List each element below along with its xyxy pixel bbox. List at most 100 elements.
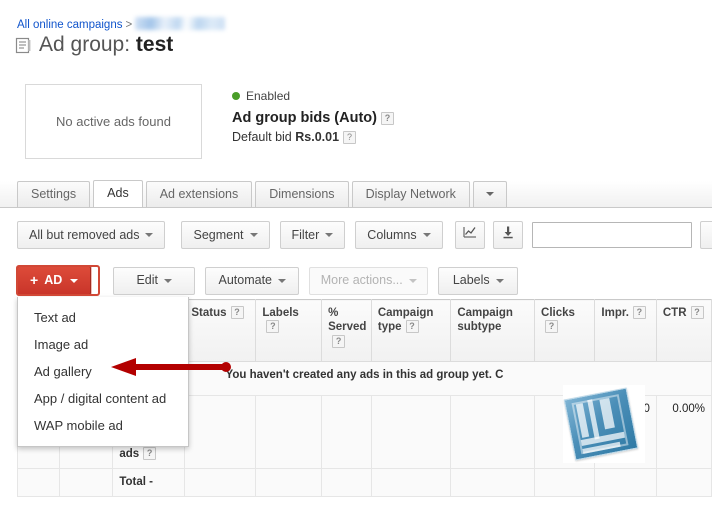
menu-item-text-ad[interactable]: Text ad xyxy=(18,304,188,331)
ad-group-icon xyxy=(15,37,32,54)
breadcrumb-campaign-redacted[interactable] xyxy=(135,17,226,30)
default-bid-help-icon[interactable]: ? xyxy=(343,131,357,144)
edit-button[interactable]: Edit xyxy=(113,266,196,295)
no-active-ads-panel: No active ads found xyxy=(25,84,202,159)
column-header-percent-served[interactable]: % Served? xyxy=(321,299,372,362)
status-help-icon[interactable]: ? xyxy=(230,306,244,319)
row-clicks-cell xyxy=(534,467,596,497)
menu-item-wap-mobile-ad[interactable]: WAP mobile ad xyxy=(18,412,188,439)
ctr-help-icon[interactable]: ? xyxy=(690,306,704,319)
row-status-cell xyxy=(184,467,257,497)
columns-label: Columns xyxy=(367,227,417,242)
tab-ad-extensions[interactable]: Ad extensions xyxy=(145,181,253,207)
page-title: Ad group: test xyxy=(39,33,173,57)
column-header-clicks[interactable]: Clicks? xyxy=(534,299,596,362)
adwords-ad-group-page: All online campaigns > Ad group: test No … xyxy=(0,0,712,526)
labels-button[interactable]: Labels xyxy=(438,266,519,295)
filter-label: Filter xyxy=(291,227,320,242)
row-served-cell xyxy=(321,395,372,469)
row-total-label-cell: Total - xyxy=(112,467,186,497)
plus-icon: + xyxy=(30,272,39,288)
status-label: Enabled xyxy=(246,89,291,103)
table-row[interactable]: Total - xyxy=(16,467,712,497)
download-button[interactable] xyxy=(492,221,523,249)
clicks-help-icon[interactable]: ? xyxy=(545,320,559,334)
search-input[interactable] xyxy=(531,222,692,248)
toolbar-edge-button[interactable] xyxy=(700,221,712,249)
chart-toggle-button[interactable] xyxy=(454,221,485,249)
add-ad-button[interactable]: + AD xyxy=(17,266,92,295)
breadcrumb-all-online-campaigns[interactable]: All online campaigns xyxy=(17,19,122,31)
impressions-help-icon[interactable]: ? xyxy=(632,306,646,319)
ad-group-bids-help-icon[interactable]: ? xyxy=(380,112,394,125)
menu-item-ad-gallery[interactable]: Ad gallery xyxy=(18,358,188,385)
column-header-status[interactable]: Status? xyxy=(184,299,257,362)
automate-button[interactable]: Automate xyxy=(205,266,300,295)
row-ctr-cell: 0.00% xyxy=(655,395,712,469)
labels-label: Labels xyxy=(452,273,490,287)
action-toolbar: + AD Edit Automate More actions... Labels xyxy=(17,266,519,295)
chevron-down-icon xyxy=(422,233,431,237)
page-title-name: test xyxy=(135,33,174,56)
all-but-removed-ads-select[interactable]: All but removed ads xyxy=(17,221,166,249)
column-header-labels[interactable]: Labels? xyxy=(255,299,323,362)
campaign-type-help-icon[interactable]: ? xyxy=(405,320,419,334)
row-served-cell xyxy=(321,467,372,497)
status-row: Enabled xyxy=(232,89,394,103)
row-impressions-cell xyxy=(594,467,657,497)
menu-item-app-digital-content-ad[interactable]: App / digital content ad xyxy=(18,385,188,412)
chevron-down-icon xyxy=(495,278,504,283)
default-bid-value: Rs.0.01 xyxy=(295,130,340,144)
column-header-campaign-subtype[interactable]: Campaign subtype xyxy=(450,299,536,362)
breadcrumb-separator: > xyxy=(125,19,133,31)
row-campaign-type-cell xyxy=(370,467,452,497)
default-bid-row: Default bid Rs.0.01? xyxy=(232,130,394,144)
column-header-campaign-type[interactable]: Campaign type? xyxy=(370,299,452,362)
segment-button[interactable]: Segment xyxy=(181,221,270,249)
row-campaign-type-cell xyxy=(370,395,452,469)
chevron-down-icon xyxy=(278,278,286,283)
row-campaign-subtype-cell xyxy=(450,395,536,469)
page-title-prefix: Ad group: xyxy=(39,33,131,56)
percent-served-help-icon[interactable]: ? xyxy=(332,334,346,348)
chevron-down-icon xyxy=(485,192,494,196)
download-icon xyxy=(501,222,515,249)
tab-settings[interactable]: Settings xyxy=(17,181,91,207)
chevron-down-icon xyxy=(145,233,154,237)
no-active-ads-text: No active ads found xyxy=(56,114,171,129)
default-bid-label: Default bid xyxy=(232,130,292,144)
all-but-removed-ads-label: All but removed ads xyxy=(29,227,140,242)
column-header-impressions[interactable]: Impr.? xyxy=(594,299,657,362)
row-ctr-cell xyxy=(655,467,712,497)
tab-overflow-button[interactable] xyxy=(472,181,507,207)
ad-type-dropdown-menu: Text ad Image ad Ad gallery App / digita… xyxy=(17,297,189,447)
segment-label: Segment xyxy=(193,227,244,242)
columns-button[interactable]: Columns xyxy=(355,221,443,249)
status-dot-icon xyxy=(232,92,240,100)
row-campaign-subtype-cell xyxy=(450,467,536,497)
edit-label: Edit xyxy=(136,273,159,287)
tab-display-network[interactable]: Display Network xyxy=(351,181,470,207)
page-title-row: Ad group: test xyxy=(15,33,173,57)
more-actions-label: More actions... xyxy=(320,273,403,287)
breadcrumb: All online campaigns > xyxy=(17,17,226,31)
filter-button[interactable]: Filter xyxy=(279,221,346,249)
chevron-down-icon xyxy=(70,278,79,283)
labels-help-icon[interactable]: ? xyxy=(266,320,280,334)
chevron-down-icon xyxy=(164,278,173,283)
chevron-down-icon xyxy=(408,278,417,283)
chevron-down-icon xyxy=(249,233,258,237)
filter-toolbar: All but removed ads Segment Filter Colum… xyxy=(17,221,692,249)
row-checkbox-cell[interactable] xyxy=(16,467,61,497)
total-help-icon[interactable]: ? xyxy=(143,446,157,460)
more-actions-button[interactable]: More actions... xyxy=(309,266,429,295)
ad-group-bids-title-text: Ad group bids (Auto) xyxy=(232,110,377,126)
ad-group-bids-title: Ad group bids (Auto)? xyxy=(232,110,394,126)
tab-ads[interactable]: Ads xyxy=(93,180,143,207)
menu-item-image-ad[interactable]: Image ad xyxy=(18,331,188,358)
ad-group-bids-panel: Enabled Ad group bids (Auto)? Default bi… xyxy=(232,89,394,144)
column-header-ctr[interactable]: CTR? xyxy=(655,299,712,362)
ad-gallery-asset-icon xyxy=(563,385,645,463)
tab-dimensions[interactable]: Dimensions xyxy=(255,181,349,207)
row-status-cell xyxy=(184,395,257,469)
